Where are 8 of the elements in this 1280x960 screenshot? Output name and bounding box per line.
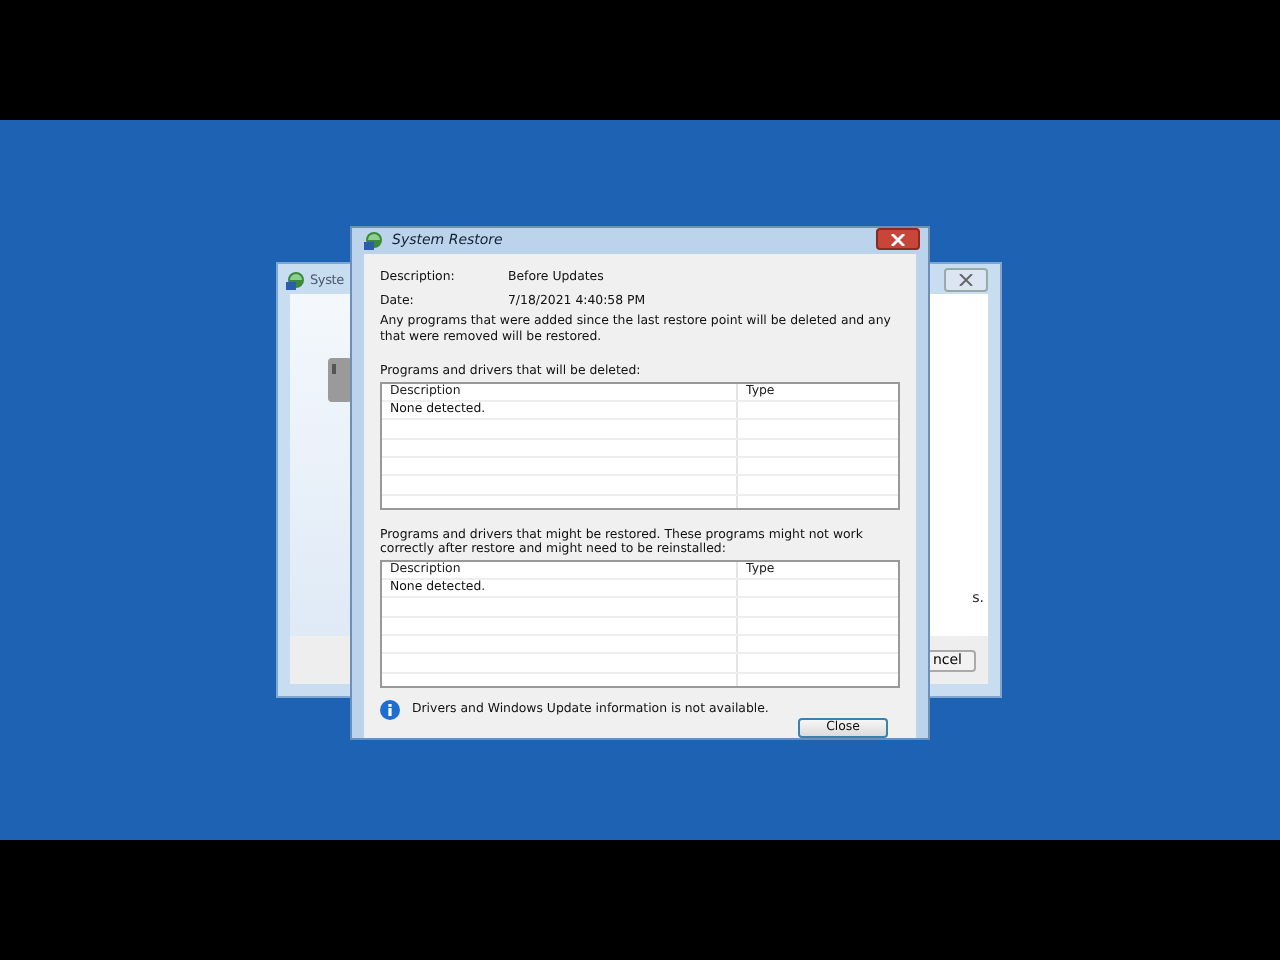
close-icon bbox=[958, 273, 974, 285]
restore-icon bbox=[286, 269, 306, 289]
restore-icon bbox=[364, 229, 384, 249]
close-button[interactable] bbox=[876, 228, 920, 250]
close-button[interactable] bbox=[944, 267, 988, 291]
info-icon bbox=[380, 699, 400, 719]
drive-icon bbox=[328, 358, 352, 402]
close-icon bbox=[890, 233, 906, 245]
